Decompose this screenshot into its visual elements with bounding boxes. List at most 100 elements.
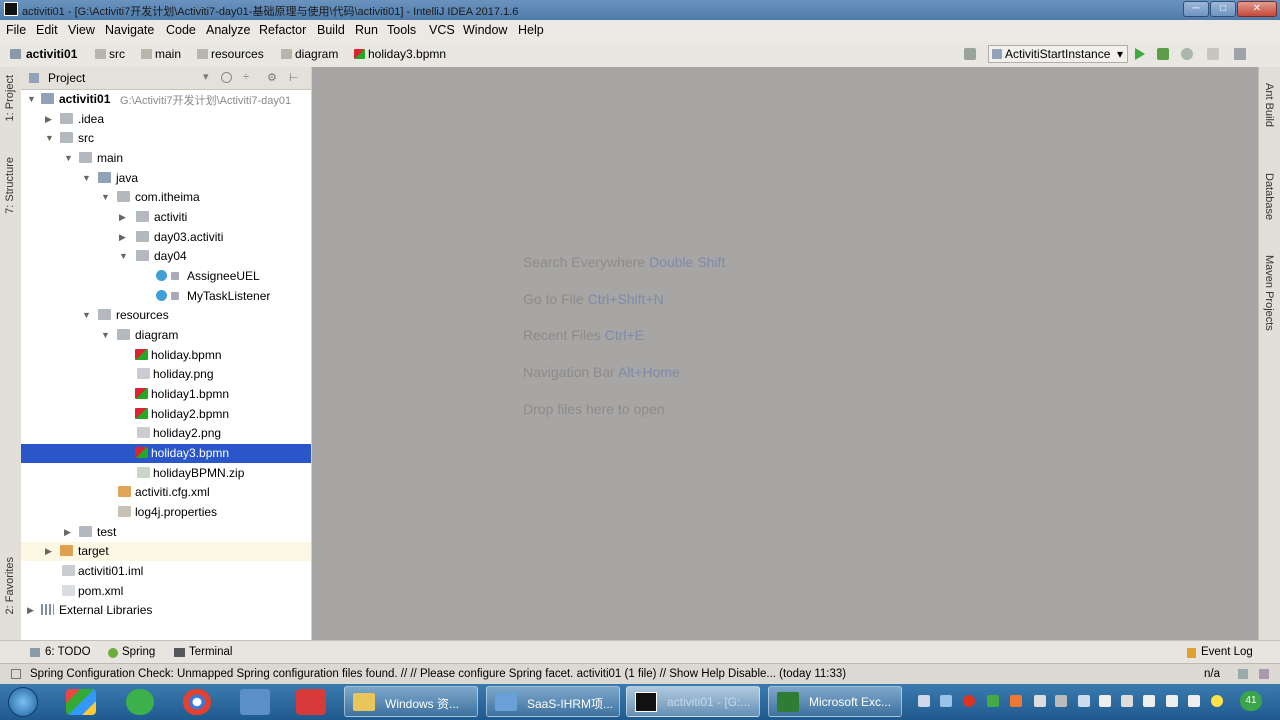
taskbar-item-excel[interactable]: Microsoft Exc... <box>768 686 902 717</box>
tree-row[interactable]: ▶ target <box>21 542 311 561</box>
pinned-app-icon[interactable] <box>126 689 154 715</box>
editor-empty-area[interactable]: Search Everywhere Double Shift Go to Fil… <box>312 67 1258 640</box>
tree-row-selected[interactable]: holiday3.bpmn <box>21 444 311 463</box>
tree-row[interactable]: log4j.properties <box>21 503 311 522</box>
tree-row[interactable]: holiday2.png <box>21 424 311 443</box>
pinned-app-icon[interactable] <box>66 689 96 715</box>
ant-build-tool-tab[interactable]: Ant Build <box>1263 83 1275 127</box>
tree-row[interactable]: ▶ day03.activiti <box>21 228 311 247</box>
chevron-down-icon[interactable]: ▾ <box>203 70 209 83</box>
tray-icon[interactable] <box>987 695 999 707</box>
tree-row[interactable]: ▼ java <box>21 169 311 188</box>
tray-icon[interactable] <box>963 695 975 707</box>
breadcrumb-project[interactable]: activiti01 <box>26 47 77 61</box>
terminal-tool-tab[interactable]: Terminal <box>189 646 232 658</box>
tree-row[interactable]: ▶ activiti <box>21 208 311 227</box>
collapse-all-icon[interactable]: ÷ <box>243 71 249 83</box>
tray-icon[interactable] <box>1121 695 1133 707</box>
tree-row[interactable]: holiday.png <box>21 365 311 384</box>
menu-vcs[interactable]: VCS <box>429 23 455 37</box>
taskbar-item-intellij[interactable]: activiti01 - [G:... <box>626 686 760 717</box>
tree-row[interactable]: holiday2.bpmn <box>21 405 311 424</box>
tree-row[interactable]: ▶ .idea <box>21 110 311 129</box>
breadcrumb-file[interactable]: holiday3.bpmn <box>368 47 446 61</box>
tree-row[interactable]: ▶ External Libraries <box>21 601 311 620</box>
close-button[interactable]: ✕ <box>1237 1 1277 17</box>
menu-build[interactable]: Build <box>317 23 345 37</box>
event-log-tool-tab[interactable]: Event Log <box>1201 646 1253 658</box>
lock-icon[interactable] <box>1238 669 1248 679</box>
chrome-icon[interactable] <box>183 689 211 715</box>
tray-icon[interactable] <box>1010 695 1022 707</box>
database-tool-tab[interactable]: Database <box>1263 173 1275 220</box>
menu-view[interactable]: View <box>68 23 95 37</box>
tree-row[interactable]: ▼ main <box>21 149 311 168</box>
spring-tool-tab[interactable]: Spring <box>122 646 155 658</box>
menu-run[interactable]: Run <box>355 23 378 37</box>
project-tool-tab[interactable]: 1: Project <box>4 75 16 121</box>
tree-row[interactable]: ▶ test <box>21 523 311 542</box>
tree-row[interactable]: activiti.cfg.xml <box>21 483 311 502</box>
tree-row[interactable]: ▼ com.itheima <box>21 188 311 207</box>
menu-edit[interactable]: Edit <box>36 23 58 37</box>
volume-icon[interactable] <box>1188 695 1200 707</box>
network-icon[interactable] <box>1166 695 1178 707</box>
media-player-icon[interactable] <box>296 689 326 715</box>
tree-row[interactable]: ▼ resources <box>21 306 311 325</box>
tree-row[interactable]: activiti01.iml <box>21 562 311 581</box>
tree-row[interactable]: AssigneeUEL <box>21 267 311 286</box>
menu-help[interactable]: Help <box>518 23 544 37</box>
tray-icon[interactable] <box>1099 695 1111 707</box>
stop-icon[interactable] <box>1207 48 1219 60</box>
tool-window-toggle-icon[interactable] <box>11 669 21 679</box>
tree-row[interactable]: ▼ src <box>21 129 311 148</box>
maven-projects-tool-tab[interactable]: Maven Projects <box>1263 255 1275 331</box>
breadcrumb-resources[interactable]: resources <box>211 47 264 61</box>
menu-tools[interactable]: Tools <box>387 23 416 37</box>
tree-row[interactable]: ▼ day04 <box>21 247 311 266</box>
tree-row[interactable]: holiday1.bpmn <box>21 385 311 404</box>
favorites-tool-tab[interactable]: 2: Favorites <box>4 557 16 614</box>
tree-row[interactable]: ▼ diagram <box>21 326 311 345</box>
tray-icon[interactable] <box>1143 695 1155 707</box>
todo-tool-tab[interactable]: 6: TODO <box>45 646 91 658</box>
breadcrumb-main[interactable]: main <box>155 47 181 61</box>
taskbar-item-explorer[interactable]: Windows 资... <box>344 686 478 717</box>
minimize-button[interactable]: ─ <box>1183 1 1209 17</box>
tray-icon[interactable] <box>940 695 952 707</box>
start-button[interactable] <box>8 687 38 717</box>
tree-row[interactable]: MyTaskListener <box>21 287 311 306</box>
build-hammer-icon[interactable] <box>964 48 976 60</box>
coverage-icon[interactable] <box>1181 48 1193 60</box>
breadcrumb-src[interactable]: src <box>109 47 125 61</box>
scroll-from-source-icon[interactable] <box>221 72 232 83</box>
tree-row[interactable]: holiday.bpmn <box>21 346 311 365</box>
tray-icon[interactable] <box>1078 695 1090 707</box>
menu-refactor[interactable]: Refactor <box>259 23 306 37</box>
tray-icon[interactable] <box>1055 695 1067 707</box>
maximize-button[interactable]: □ <box>1210 1 1236 17</box>
gear-icon[interactable]: ⚙ <box>267 71 277 84</box>
breadcrumb-diagram[interactable]: diagram <box>295 47 338 61</box>
hide-panel-icon[interactable]: ⊢ <box>289 71 299 84</box>
status-message[interactable]: Spring Configuration Check: Unmapped Spr… <box>30 668 846 680</box>
tray-icon[interactable] <box>1034 695 1046 707</box>
tray-badge[interactable]: 41 <box>1240 691 1262 711</box>
menu-file[interactable]: File <box>6 23 26 37</box>
tree-row[interactable]: pom.xml <box>21 582 311 601</box>
menu-analyze[interactable]: Analyze <box>206 23 250 37</box>
tree-row[interactable]: holidayBPMN.zip <box>21 464 311 483</box>
pinned-app-icon[interactable] <box>240 689 270 715</box>
tree-row-project-root[interactable]: ▼ activiti01 G:\Activiti7开发计划\Activiti7-… <box>21 90 311 109</box>
run-configuration-select[interactable]: ActivitiStartInstance ▾ <box>988 45 1128 63</box>
project-structure-icon[interactable] <box>1234 48 1246 60</box>
structure-tool-tab[interactable]: 7: Structure <box>4 157 16 214</box>
menu-navigate[interactable]: Navigate <box>105 23 154 37</box>
tray-icon[interactable] <box>1211 695 1223 707</box>
tray-icon[interactable] <box>918 695 930 707</box>
taskbar-item-saas[interactable]: SaaS-IHRM项... <box>486 686 620 717</box>
menu-code[interactable]: Code <box>166 23 196 37</box>
run-icon[interactable] <box>1135 48 1145 60</box>
debug-icon[interactable] <box>1157 48 1169 60</box>
inspector-icon[interactable] <box>1259 669 1269 679</box>
